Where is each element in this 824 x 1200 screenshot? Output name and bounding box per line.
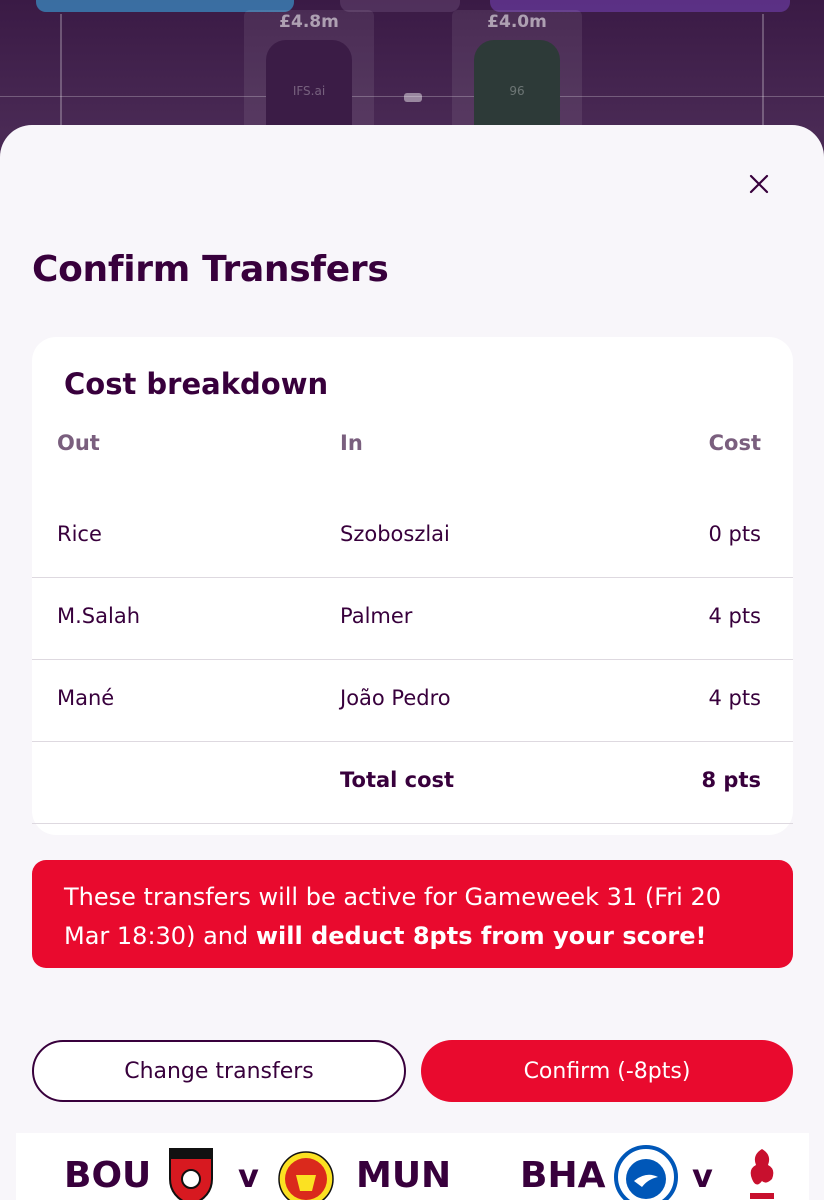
confirm-button[interactable]: Confirm (-8pts) <box>421 1040 793 1102</box>
player-price: £4.8m <box>279 12 339 32</box>
card-title: Cost breakdown <box>64 367 329 401</box>
confirm-transfers-sheet: Confirm Transfers Cost breakdown Out In … <box>0 125 824 1200</box>
liverpool-crest-icon <box>750 1149 774 1199</box>
brighton-crest-icon <box>614 1145 678 1200</box>
bournemouth-crest-icon <box>169 1148 213 1200</box>
shirt-sponsor: IFS.ai <box>292 84 326 98</box>
transfer-in: Palmer <box>340 604 413 628</box>
transfer-in: Szoboszlai <box>340 522 450 546</box>
player-price: £4.0m <box>487 12 547 32</box>
fixture-separator: v <box>692 1157 713 1195</box>
table-row: M.Salah Palmer 4 pts <box>32 578 793 660</box>
transfer-cost: 4 pts <box>708 686 761 710</box>
fixture-away-code: MUN <box>356 1155 452 1196</box>
total-cost-label: Total cost <box>340 768 455 792</box>
fixture-separator: v <box>238 1157 259 1195</box>
total-row: Total cost 8 pts <box>32 742 793 824</box>
shirt-sponsor: 96 <box>509 84 525 98</box>
fixtures-strip: BOU v MUN BHA v <box>16 1133 809 1200</box>
transfer-cost: 4 pts <box>708 604 761 628</box>
table-row: Rice Szoboszlai 0 pts <box>32 496 793 578</box>
transfer-cost: 0 pts <box>708 522 761 546</box>
cost-breakdown-card: Cost breakdown Out In Cost Rice Szoboszl… <box>32 337 793 835</box>
man-utd-crest-icon <box>278 1151 334 1200</box>
transfer-out: Rice <box>57 522 102 546</box>
transfer-out: Mané <box>57 686 115 710</box>
column-header-cost: Cost <box>708 431 761 455</box>
page-title: Confirm Transfers <box>32 249 389 290</box>
transfer-out: M.Salah <box>57 604 141 628</box>
fixture-home-code: BHA <box>520 1155 606 1196</box>
fixture-home-code: BOU <box>64 1155 152 1196</box>
close-button[interactable] <box>744 169 774 199</box>
table-row: Mané João Pedro 4 pts <box>32 660 793 742</box>
column-header-in: In <box>340 431 363 455</box>
table-header: Out In Cost <box>32 431 793 461</box>
pitch-center-spot <box>404 93 422 102</box>
warning-bold-text: will deduct 8pts from your score! <box>255 922 707 950</box>
change-transfers-button[interactable]: Change transfers <box>32 1040 406 1102</box>
deduction-warning: These transfers will be active for Gamew… <box>32 860 793 968</box>
total-cost-value: 8 pts <box>701 768 762 792</box>
transfer-in: João Pedro <box>340 686 451 710</box>
column-header-out: Out <box>57 431 100 455</box>
close-icon <box>749 174 769 194</box>
